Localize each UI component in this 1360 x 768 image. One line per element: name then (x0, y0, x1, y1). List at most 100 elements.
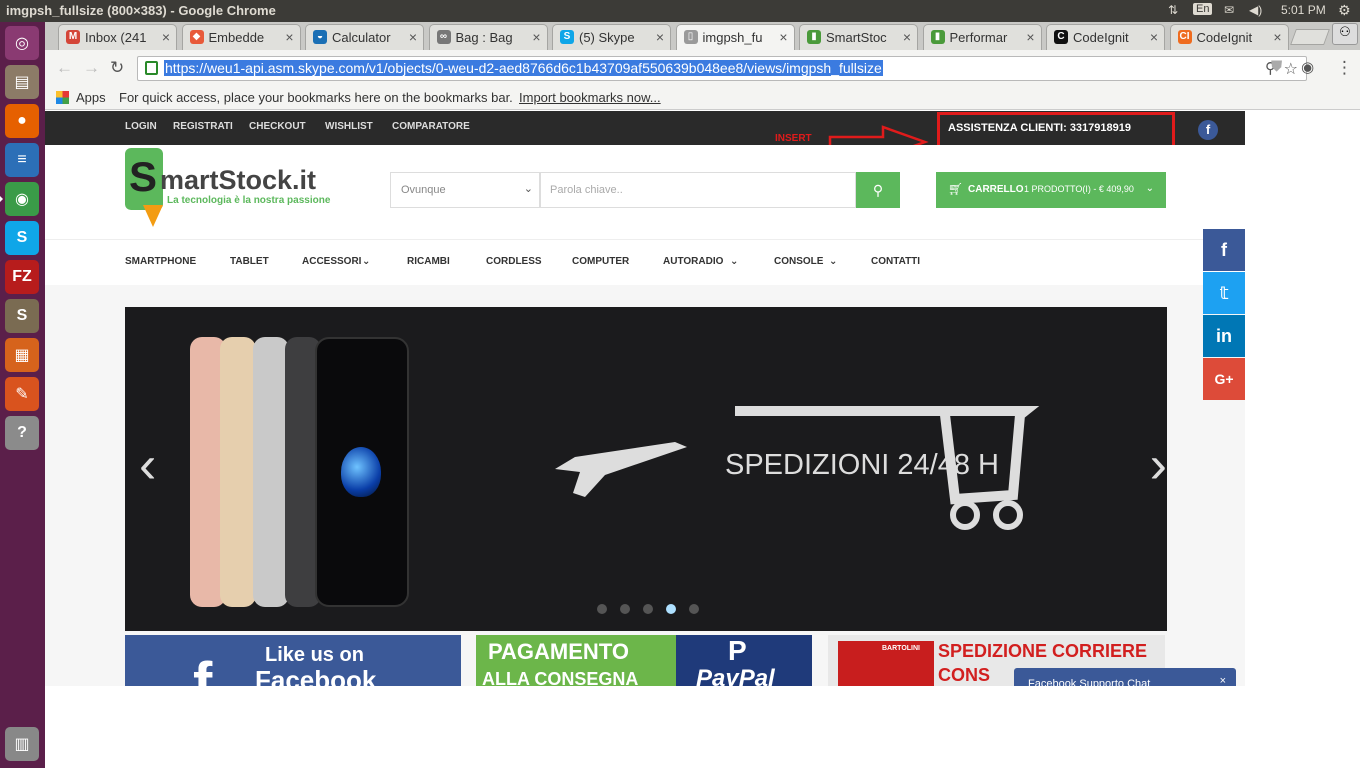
sublime-icon[interactable]: S (5, 299, 39, 333)
filezilla-icon[interactable]: FZ (5, 260, 39, 294)
volume-icon[interactable]: ◀) (1249, 3, 1262, 17)
tab-label: Embedde (208, 30, 265, 45)
browser-tab[interactable]: ◒ Calculator × (305, 24, 424, 50)
tab-favicon-icon: ∞ (436, 30, 451, 44)
slider-dot[interactable] (666, 604, 676, 614)
writer-icon[interactable]: ≡ (5, 143, 39, 177)
slider-dot[interactable] (620, 604, 630, 614)
profile-user-icon[interactable]: ⚇ (1332, 23, 1358, 45)
tab-close-icon[interactable]: × (162, 29, 170, 45)
cart-button[interactable]: 🛒︎ CARRELLO 1 PRODOTTO(I) - € 409,90 ⌄ (936, 172, 1166, 208)
browser-tab[interactable]: S (5) Skype × (552, 24, 671, 50)
facebook-banner[interactable]: f Like us on Facebook (125, 635, 461, 686)
search-button[interactable]: ⚲ (856, 172, 900, 208)
browser-tab[interactable]: ▮ Performar × (922, 24, 1042, 50)
share-twitter-button[interactable]: 𝕥 (1203, 272, 1245, 314)
keyboard-layout-indicator[interactable]: En (1193, 3, 1213, 15)
hero-slider[interactable]: SPEDIZIONI 24/48 H ‹ › (125, 307, 1167, 631)
nav-console[interactable]: CONSOLE (774, 256, 823, 267)
site-top-bar: LOGIN REGISTRATI CHECKOUT WISHLIST COMPA… (45, 111, 1245, 156)
share-googleplus-button[interactable]: G+ (1203, 358, 1245, 400)
facebook-icon[interactable]: f (1198, 120, 1218, 140)
trash-icon[interactable]: ▥ (5, 727, 39, 761)
window-title: imgpsh_fullsize (800×383) - Google Chrom… (6, 3, 276, 18)
browser-tab[interactable]: ▯ imgpsh_fu × (675, 24, 795, 50)
import-bookmarks-link[interactable]: Import bookmarks now... (519, 90, 661, 105)
ubuntu-dash-icon[interactable]: ◎ (5, 26, 39, 60)
menu-icon[interactable]: ⋮ (1336, 58, 1353, 78)
browser-tab[interactable]: ◆ Embedde × (181, 24, 301, 50)
new-tab-button[interactable] (1290, 29, 1330, 45)
forward-icon[interactable]: → (83, 58, 100, 78)
checkout-link[interactable]: CHECKOUT (249, 121, 306, 132)
tab-close-icon[interactable]: × (1026, 29, 1034, 45)
mail-icon[interactable]: ✉ (1224, 3, 1234, 17)
tab-close-icon[interactable]: × (532, 29, 540, 45)
nav-accessori[interactable]: ACCESSORI (302, 256, 361, 267)
browser-tab[interactable]: ∞ Bag : Bag × (428, 24, 548, 50)
secure-lock-icon[interactable] (145, 61, 158, 75)
apps-link[interactable]: Apps (76, 90, 106, 105)
search-scope-select[interactable]: Ovunque ⌄ (390, 172, 540, 208)
tab-close-icon[interactable]: × (903, 29, 911, 45)
reload-icon[interactable]: ↻ (110, 58, 124, 78)
browser-tab[interactable]: CI CodeIgnit × (1169, 24, 1289, 50)
slider-dot[interactable] (597, 604, 607, 614)
tab-close-icon[interactable]: × (1150, 29, 1158, 45)
register-link[interactable]: REGISTRATI (173, 121, 233, 132)
slider-dot[interactable] (643, 604, 653, 614)
clock[interactable]: 5:01 PM (1281, 3, 1326, 17)
chrome-icon[interactable]: ◉ (0, 182, 39, 216)
phone-image-gold (220, 337, 256, 607)
comparator-link[interactable]: COMPARATORE (392, 121, 470, 132)
help-icon[interactable]: ? (5, 416, 39, 450)
tab-label: Inbox (241 (85, 30, 147, 45)
share-facebook-button[interactable]: f (1203, 229, 1245, 271)
network-icon[interactable]: ⇅ (1168, 3, 1178, 17)
login-link[interactable]: LOGIN (125, 121, 157, 132)
payment-banner[interactable]: PAGAMENTO ALLA CONSEGNA P PayPal (476, 635, 812, 686)
bookmark-star-icon[interactable]: ☆ (1284, 59, 1298, 79)
extension-globe-icon[interactable]: ◉ (1301, 58, 1314, 76)
settings-icon[interactable]: ✎ (5, 377, 39, 411)
firefox-icon[interactable]: ● (5, 104, 39, 138)
facebook-chat-widget[interactable]: Facebook Supporto Chat × (1014, 668, 1236, 686)
tab-close-icon[interactable]: × (779, 29, 787, 45)
share-linkedin-button[interactable]: in (1203, 315, 1245, 357)
browser-tab[interactable]: ▮ SmartStoc × (799, 24, 918, 50)
impress-icon[interactable]: ▦ (5, 338, 39, 372)
wishlist-link[interactable]: WISHLIST (325, 121, 373, 132)
unity-launcher: ◎ ▤ ● ≡ ◉ S FZ S ▦ ✎? ▥ (0, 22, 45, 768)
tab-close-icon[interactable]: × (1273, 29, 1281, 45)
browser-tab[interactable]: M Inbox (241 × (58, 24, 177, 50)
slider-prev-arrow[interactable]: ‹ (139, 435, 156, 495)
nav-smartphone[interactable]: SMARTPHONE (125, 256, 196, 267)
address-bar[interactable]: https://weu1-api.asm.skype.com/v1/object… (137, 56, 1307, 81)
tab-label: (5) Skype (579, 30, 635, 45)
nav-ricambi[interactable]: RICAMBI (407, 256, 450, 267)
nav-computer[interactable]: COMPUTER (572, 256, 629, 267)
slider-next-arrow[interactable]: › (1150, 435, 1167, 495)
search-input[interactable]: Parola chiave.. (540, 172, 856, 208)
apps-grid-icon[interactable] (56, 91, 69, 104)
slider-dot[interactable] (689, 604, 699, 614)
nav-autoradio[interactable]: AUTORADIO (663, 256, 723, 267)
tab-close-icon[interactable]: × (409, 29, 417, 45)
tab-favicon-icon: CI (1177, 30, 1192, 44)
nav-tablet[interactable]: TABLET (230, 256, 269, 267)
files-icon[interactable]: ▤ (5, 65, 39, 99)
nav-cordless[interactable]: CORDLESS (486, 256, 542, 267)
slider-dots[interactable] (597, 604, 699, 614)
extension-shield-icon[interactable]: ⛊ (1271, 58, 1282, 75)
nav-contatti[interactable]: CONTATTI (871, 256, 920, 267)
logo-pin-icon (143, 205, 163, 237)
back-icon[interactable]: ← (56, 58, 73, 78)
bartolini-truck-image: BARTOLINI (838, 641, 934, 686)
session-gear-icon[interactable]: ⚙ (1338, 2, 1351, 19)
tab-close-icon[interactable]: × (285, 29, 293, 45)
tab-close-icon[interactable]: × (656, 29, 664, 45)
skype-icon[interactable]: S (5, 221, 39, 255)
close-icon[interactable]: × (1220, 675, 1226, 686)
url-text[interactable]: https://weu1-api.asm.skype.com/v1/object… (164, 60, 883, 76)
browser-tab[interactable]: C CodeIgnit × (1046, 24, 1165, 50)
